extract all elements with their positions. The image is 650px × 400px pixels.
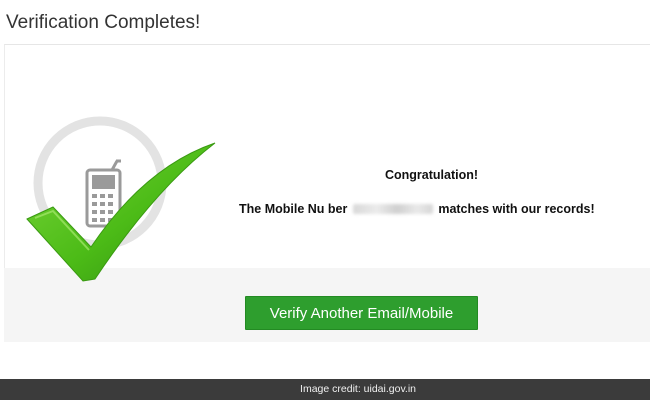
checkmark-icon <box>26 142 216 282</box>
verified-graphic <box>5 85 225 295</box>
message-mid: ber <box>327 202 348 216</box>
message-suffix: matches with our records! <box>438 202 595 216</box>
message-prefix: The Mobile Nu <box>239 202 325 216</box>
verify-another-button[interactable]: Verify Another Email/Mobile <box>245 296 478 330</box>
result-section: Congratulation! The Mobile Nu ber matche… <box>4 44 650 282</box>
match-message: The Mobile Nu ber matches with our recor… <box>239 202 595 216</box>
image-credit-bar: Image credit: uidai.gov.in <box>0 379 650 400</box>
page-title: Verification Completes! <box>6 12 201 33</box>
image-credit: Image credit: uidai.gov.in <box>300 383 416 395</box>
masked-mobile-number <box>352 204 433 214</box>
congratulation-heading: Congratulation! <box>385 168 479 182</box>
